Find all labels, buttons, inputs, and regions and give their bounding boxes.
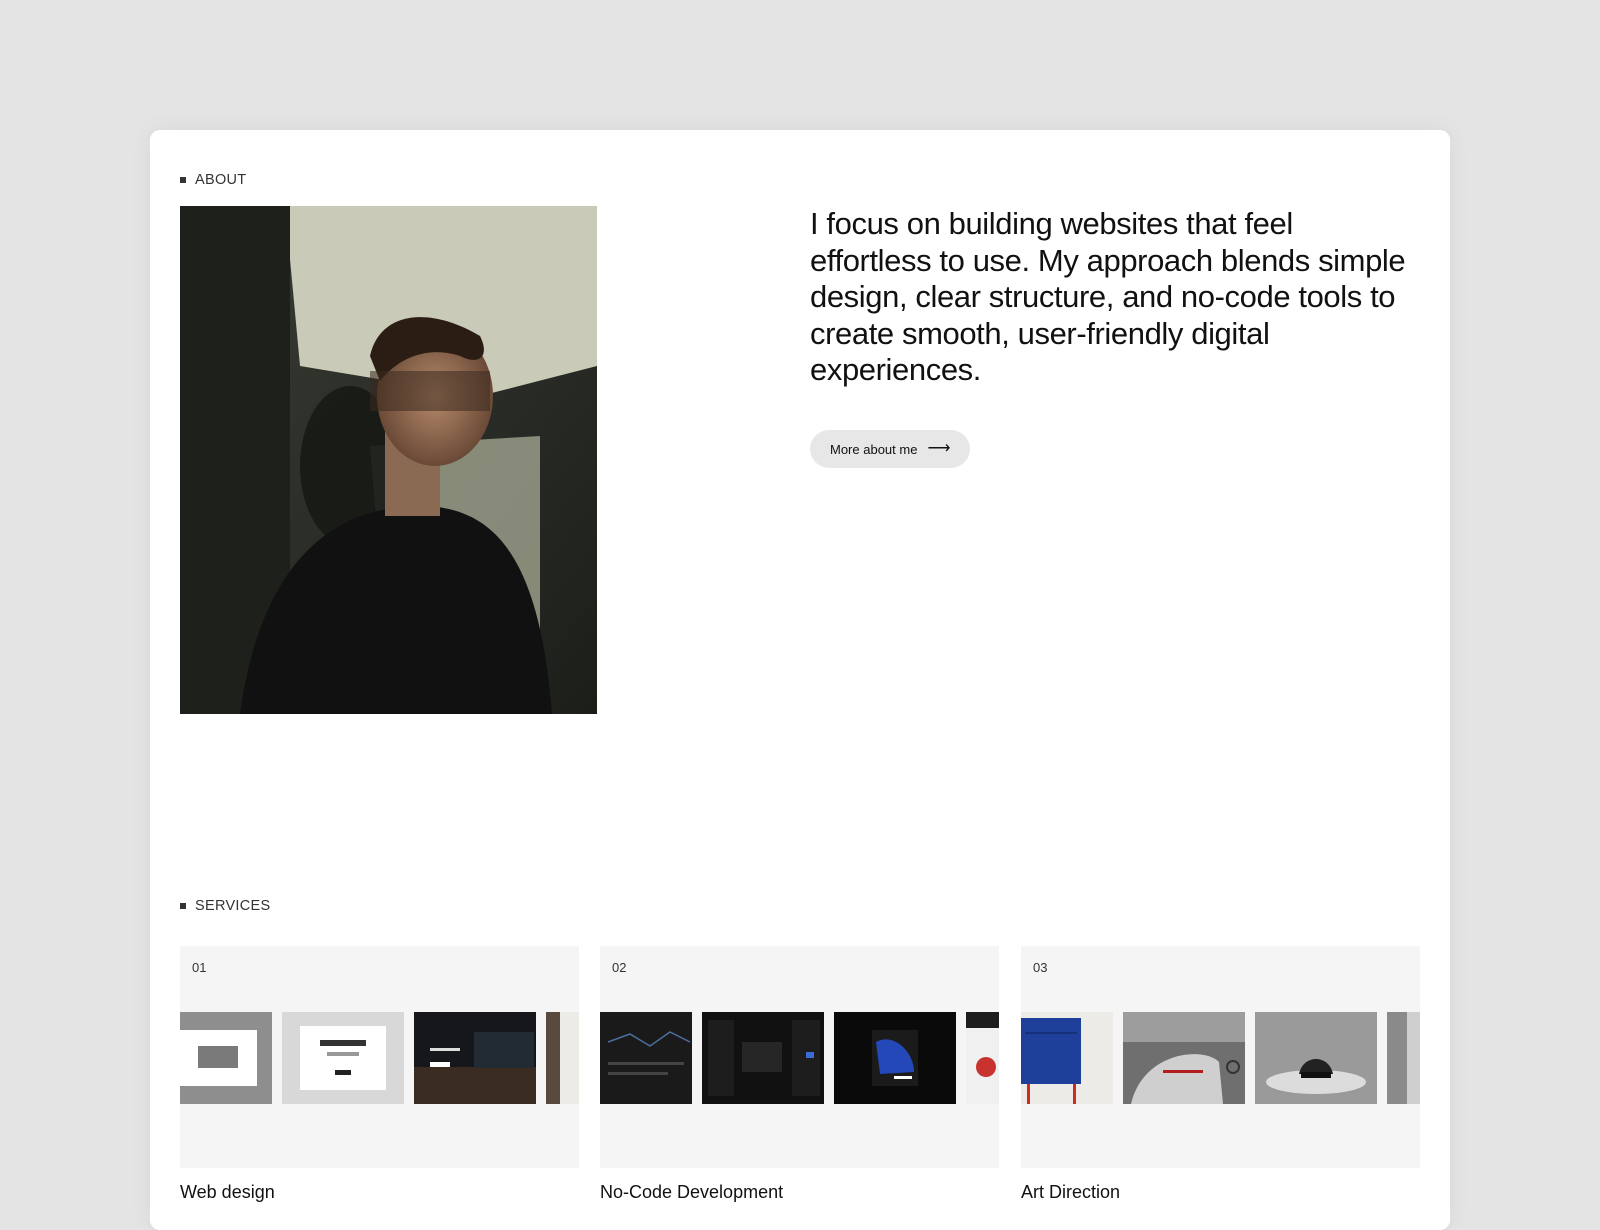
service-preview-strip: [180, 1012, 579, 1104]
main-card: ABOUT I focus on building websites that …: [150, 130, 1450, 1230]
more-about-me-label: More about me: [830, 441, 918, 457]
service-number: 02: [612, 960, 627, 975]
preview-thumbnail: [834, 1012, 956, 1104]
about-label-text: ABOUT: [195, 172, 247, 188]
service-card-no-code-development[interactable]: 02: [600, 946, 999, 1168]
preview-thumbnail: [414, 1012, 536, 1104]
about-section-label: ABOUT: [180, 172, 246, 188]
portrait-photo: [180, 206, 597, 714]
service-preview-strip: [600, 1012, 999, 1104]
service-card-web-design[interactable]: 01: [180, 946, 579, 1168]
service-card-art-direction[interactable]: 03: [1021, 946, 1420, 1168]
preview-thumbnail: [1255, 1012, 1377, 1104]
preview-thumbnail: [282, 1012, 404, 1104]
about-intro-text: I focus on building websites that feel e…: [810, 206, 1406, 387]
service-number: 03: [1033, 960, 1048, 975]
arrow-right-icon: ⟶: [927, 440, 951, 457]
more-about-me-button[interactable]: More about me ⟶: [810, 430, 971, 468]
preview-thumbnail: [702, 1012, 824, 1104]
preview-thumbnail: [546, 1012, 579, 1104]
service-number: 01: [192, 960, 207, 975]
preview-thumbnail: [1123, 1012, 1245, 1104]
preview-thumbnail: [1021, 1012, 1113, 1104]
services-label-text: SERVICES: [195, 898, 271, 914]
preview-thumbnail: [180, 1012, 272, 1104]
preview-thumbnail: [966, 1012, 999, 1104]
square-bullet-icon: [180, 177, 186, 183]
services-section-label: SERVICES: [180, 898, 270, 914]
preview-thumbnail: [600, 1012, 692, 1104]
service-preview-strip: [1021, 1012, 1420, 1104]
preview-thumbnail: [1387, 1012, 1420, 1104]
square-bullet-icon: [180, 903, 186, 909]
